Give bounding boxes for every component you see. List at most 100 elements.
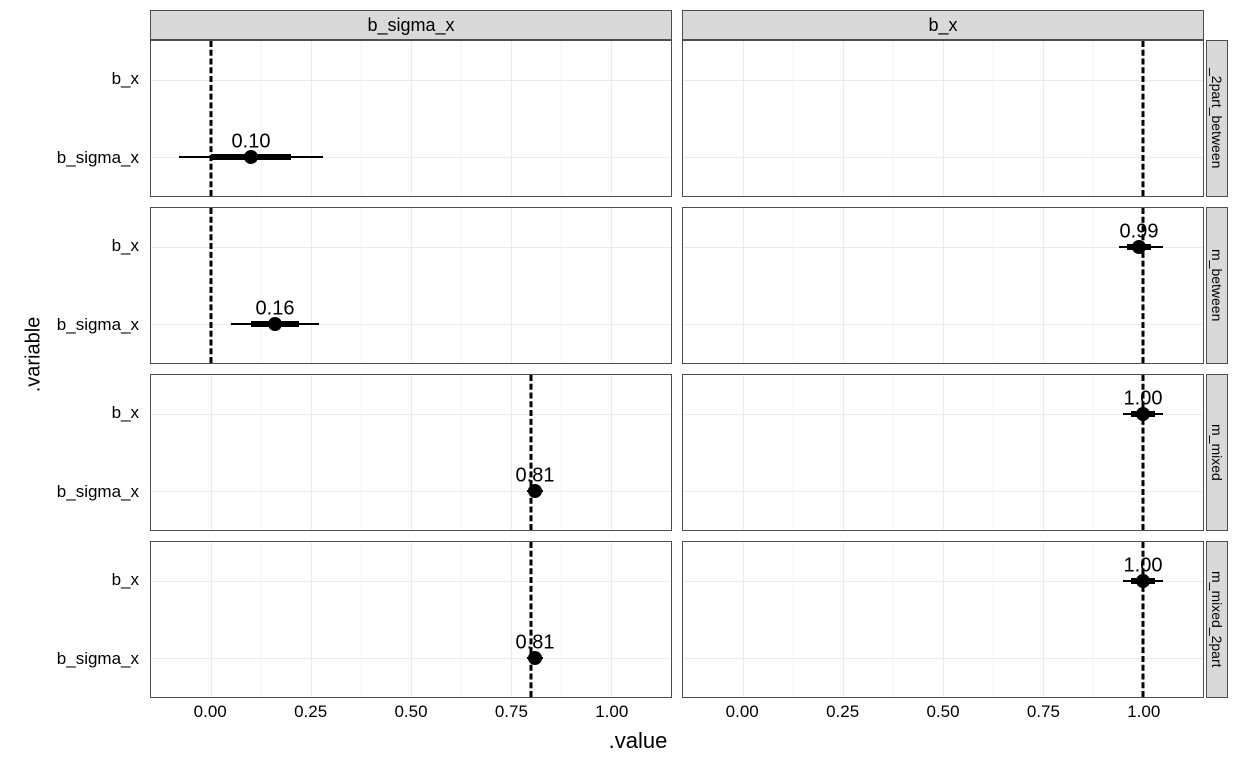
- y-ticks: b_x b_sigma_x: [45, 40, 145, 197]
- gridline-v: [743, 208, 744, 363]
- reference-line: [530, 542, 533, 697]
- gridline-v: [611, 375, 612, 530]
- gridline-v-minor: [1093, 41, 1094, 196]
- x-tick-label: 0.25: [826, 702, 859, 722]
- gridline-v: [211, 375, 212, 530]
- gridline-v-minor: [261, 208, 262, 363]
- gridline-v: [311, 41, 312, 196]
- facet-row-m_mixed: b_xb_sigma_x0.811.00m_mixed: [150, 374, 1204, 531]
- point-label: 0.99: [1120, 220, 1159, 243]
- panel-grid: b_sigma_x b_x b_xb_sigma_x0.10_2part_bet…: [150, 10, 1204, 698]
- gridline-v-minor: [993, 375, 994, 530]
- gridline-v: [943, 208, 944, 363]
- gridline-v: [1043, 208, 1044, 363]
- x-tick-label: 0.75: [1027, 702, 1060, 722]
- facet-row-m_mixed_2part: b_xb_sigma_x0.811.00m_mixed_2part: [150, 541, 1204, 698]
- gridline-v: [743, 375, 744, 530]
- gridline-v-minor: [993, 208, 994, 363]
- point-label: 0.16: [256, 298, 295, 321]
- gridline-v: [1043, 41, 1044, 196]
- gridline-v: [311, 542, 312, 697]
- gridline-v-minor: [261, 542, 262, 697]
- x-axis-title: .value: [48, 728, 1228, 758]
- gridline-v: [411, 208, 412, 363]
- gridline-h: [151, 414, 671, 415]
- x-tick-label: 0.50: [926, 702, 959, 722]
- gridline-h: [683, 491, 1203, 492]
- reference-line: [530, 375, 533, 530]
- gridline-v-minor: [893, 375, 894, 530]
- y-tick-label: b_sigma_x: [57, 649, 139, 669]
- gridline-v-minor: [461, 41, 462, 196]
- x-tick-label: 0.00: [726, 702, 759, 722]
- gridline-v: [311, 375, 312, 530]
- gridline-v: [511, 41, 512, 196]
- facet-row-m_between: b_xb_sigma_x0.160.99m_between: [150, 207, 1204, 364]
- gridline-v-minor: [261, 375, 262, 530]
- gridline-h: [151, 324, 671, 325]
- gridline-v-minor: [261, 41, 262, 196]
- point-label: 0.81: [516, 465, 555, 488]
- y-tick-label: b_x: [112, 403, 139, 423]
- gridline-v: [411, 375, 412, 530]
- gridline-v: [1043, 542, 1044, 697]
- gridline-v: [411, 41, 412, 196]
- gridline-v-minor: [461, 375, 462, 530]
- gridline-h: [151, 247, 671, 248]
- facet-row-_2part_between: b_xb_sigma_x0.10_2part_between: [150, 40, 1204, 197]
- gridline-v-minor: [793, 208, 794, 363]
- y-tick-label: b_sigma_x: [57, 148, 139, 168]
- y-ticks: b_x b_sigma_x: [45, 374, 145, 531]
- gridline-v: [511, 208, 512, 363]
- row-strip-m_mixed_2part: m_mixed_2part: [1206, 541, 1228, 698]
- gridline-v-minor: [461, 542, 462, 697]
- panel-m_between-b_sigma_x: 0.16: [150, 207, 672, 364]
- gridline-v: [1043, 375, 1044, 530]
- gridline-v: [943, 375, 944, 530]
- gridline-v-minor: [893, 542, 894, 697]
- gridline-v: [611, 542, 612, 697]
- row-strip-m_between: m_between: [1206, 207, 1228, 364]
- gridline-h: [683, 80, 1203, 81]
- gridline-v: [843, 208, 844, 363]
- gridline-v-minor: [1093, 542, 1094, 697]
- gridline-v: [311, 208, 312, 363]
- x-tick-label: 0.75: [495, 702, 528, 722]
- gridline-v: [843, 542, 844, 697]
- x-tick-label: 0.50: [394, 702, 427, 722]
- reference-line: [210, 41, 213, 196]
- reference-line: [210, 208, 213, 363]
- gridline-h: [683, 658, 1203, 659]
- gridline-v-minor: [561, 542, 562, 697]
- gridline-v-minor: [1093, 208, 1094, 363]
- y-ticks: b_x b_sigma_x: [45, 541, 145, 698]
- y-tick-label: b_x: [112, 69, 139, 89]
- row-strip-m_mixed: m_mixed: [1206, 374, 1228, 531]
- panel-m_mixed_2part-b_sigma_x: 0.81: [150, 541, 672, 698]
- gridline-v: [411, 542, 412, 697]
- panel-m_mixed-b_x: 1.00: [682, 374, 1204, 531]
- gridline-v: [611, 41, 612, 196]
- point-label: 1.00: [1124, 554, 1163, 577]
- gridline-v: [511, 375, 512, 530]
- col-strip-b_x: b_x: [682, 10, 1204, 40]
- gridline-v-minor: [993, 542, 994, 697]
- gridline-v: [843, 41, 844, 196]
- panel-_2part_between-b_sigma_x: 0.10: [150, 40, 672, 197]
- facet-plot: .variable b_sigma_x b_x b_xb_sigma_x0.10…: [20, 10, 1228, 758]
- gridline-v: [743, 41, 744, 196]
- gridline-v-minor: [561, 375, 562, 530]
- y-tick-label: b_x: [112, 570, 139, 590]
- gridline-v-minor: [361, 375, 362, 530]
- y-tick-label: b_sigma_x: [57, 482, 139, 502]
- gridline-v-minor: [361, 542, 362, 697]
- gridline-v-minor: [893, 208, 894, 363]
- gridline-h: [151, 491, 671, 492]
- x-tick-label: 1.00: [1127, 702, 1160, 722]
- y-axis-title: .variable: [20, 10, 48, 698]
- gridline-v-minor: [561, 208, 562, 363]
- gridline-h: [151, 581, 671, 582]
- x-tick-label: 0.00: [194, 702, 227, 722]
- gridline-v-minor: [893, 41, 894, 196]
- y-ticks: b_xb_sigma_x: [45, 207, 145, 364]
